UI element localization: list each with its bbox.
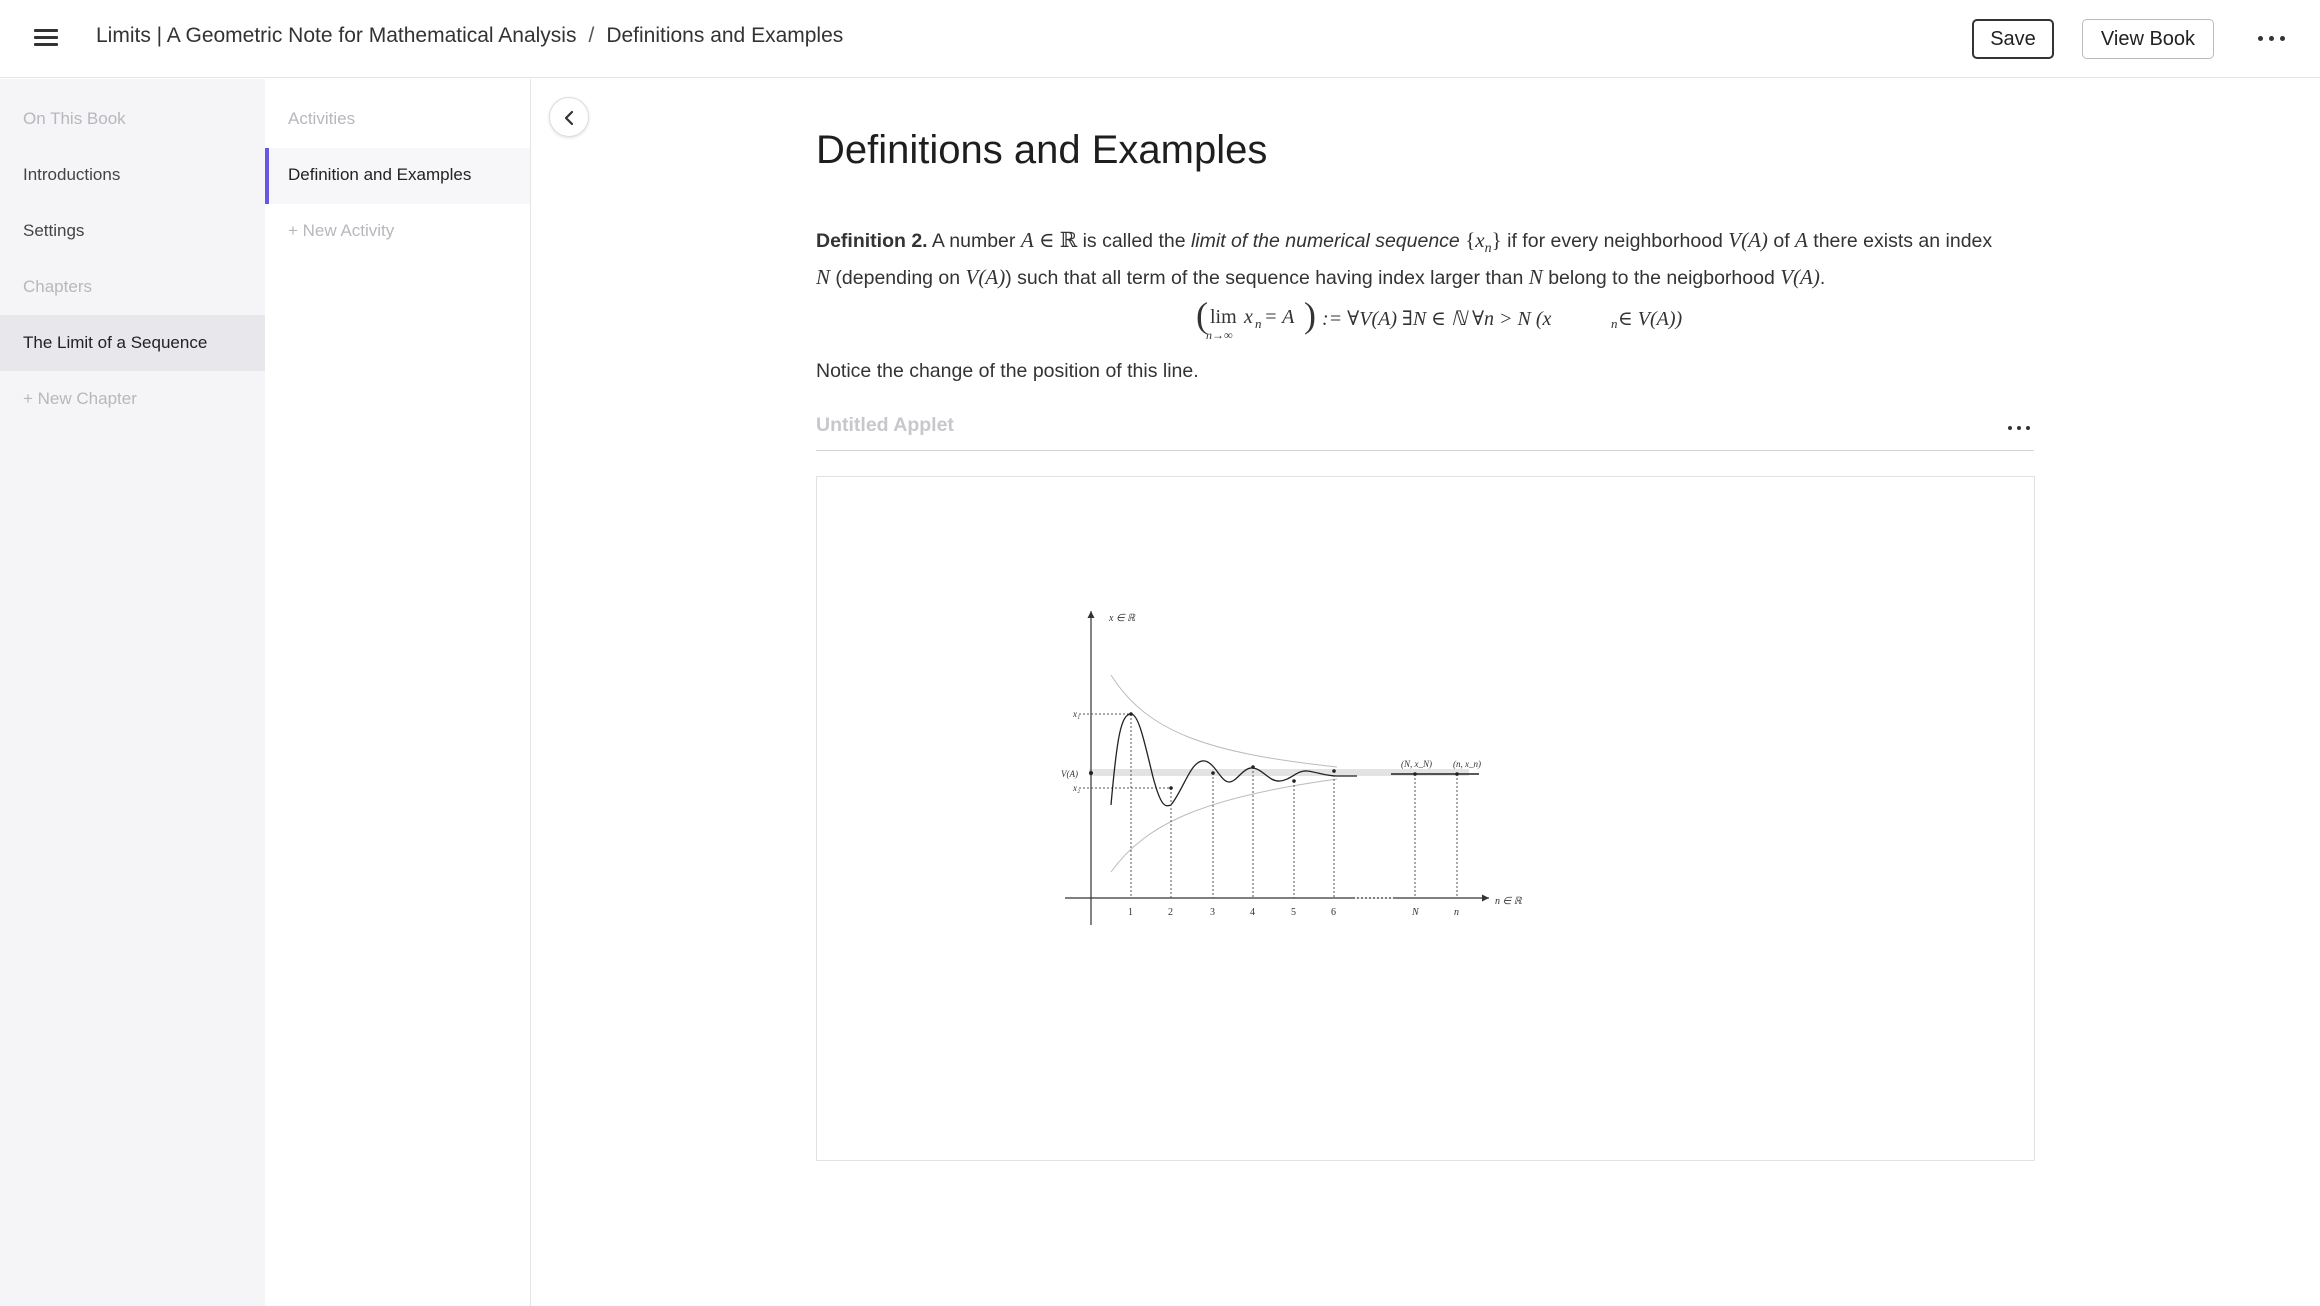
VA-point [1089, 771, 1093, 775]
chevron-left-icon [564, 110, 574, 126]
activity-item-definition-and-examples[interactable]: Definition and Examples [288, 165, 471, 185]
math: } [1491, 228, 1502, 252]
neighborhood-band [1089, 769, 1469, 776]
breadcrumb: Limits | A Geometric Note for Mathematic… [96, 24, 843, 48]
tick-label: 1 [1128, 907, 1133, 918]
math-VA: V(A) [1728, 228, 1768, 252]
breadcrumb-page[interactable]: Definitions and Examples [606, 24, 843, 47]
formula-x-sub: n [1255, 316, 1262, 331]
sequence-limit-figure: 1 2 3 4 5 6 Nn x ∈ ℝ n ∈ ℝ x₁ x₂ V(A) (N, x_N)… [1061, 611, 1523, 925]
math-x: x [1475, 228, 1485, 252]
tick-label: 2 [1168, 907, 1173, 918]
text: there exists an index [1807, 230, 1993, 252]
new-chapter-button[interactable]: + New Chapter [23, 389, 137, 409]
text: is called the [1077, 230, 1191, 252]
sidebar-heading-on-this-book: On This Book [23, 109, 126, 128]
sequence-point [1413, 772, 1417, 776]
tick-label: n [1454, 907, 1459, 918]
applet-title[interactable]: Untitled Applet [816, 414, 954, 437]
math-VA: V(A) [1780, 264, 1820, 289]
collapse-sidebar-button[interactable] [549, 97, 589, 137]
sequence-point [1292, 779, 1296, 783]
breadcrumb-book[interactable]: Limits | A Geometric Note for Mathematic… [96, 24, 576, 47]
breadcrumb-separator: / [588, 24, 595, 47]
text: belong to the neigborhood [1542, 266, 1781, 289]
page-title: Definitions and Examples [816, 128, 1268, 172]
x-axis-label: n ∈ ℝ [1495, 896, 1523, 907]
sidebar-heading-chapters: Chapters [23, 277, 92, 296]
activities-sidebar: Activities Definition and Examples + New… [265, 79, 531, 1306]
text: A number [927, 230, 1021, 252]
new-activity-button[interactable]: + New Activity [288, 221, 394, 241]
tick-label: N [1411, 907, 1420, 918]
label-x1: x₁ [1072, 709, 1080, 719]
formula-lim: lim [1210, 306, 1237, 328]
label-x2: x₂ [1072, 783, 1080, 793]
sidebar-item-settings[interactable]: Settings [23, 221, 84, 241]
menu-icon[interactable] [32, 26, 60, 50]
sequence-curve [1110, 713, 1357, 807]
notice-text: Notice the change of the position of thi… [816, 360, 1199, 382]
math-sub: n [1484, 240, 1492, 256]
math-A: A [1020, 228, 1034, 252]
formula-rhs-end: ∈ V(A)) [1618, 308, 1683, 330]
save-button[interactable]: Save [1972, 19, 2054, 59]
math-N: N [1528, 264, 1543, 289]
formula-eq: = A [1264, 306, 1295, 328]
sequence-point [1129, 712, 1133, 716]
sequence-point [1169, 786, 1173, 790]
applet-divider [816, 450, 2034, 451]
sequence-point [1211, 771, 1215, 775]
text: (depending on [830, 266, 966, 289]
math-A: A [1795, 228, 1808, 252]
math-N: N [816, 264, 831, 289]
text: if for every neighborhood [1501, 230, 1729, 252]
sequence-point [1251, 765, 1255, 769]
definition-label: Definition 2. [816, 230, 928, 252]
sidebar-item-limit-of-a-sequence[interactable]: The Limit of a Sequence [23, 333, 207, 353]
formula-rhs: := ∀V(A) ∃N ∈ ℕ ∀n > N (x [1322, 308, 1552, 330]
emphasis: limit of the numerical sequence [1190, 230, 1460, 252]
math-in-R: ∈ ℝ [1033, 228, 1078, 252]
sequence-point [1455, 772, 1459, 776]
math-VA: V(A) [965, 264, 1006, 289]
book-sidebar: On This Book Introductions Settings Chap… [0, 79, 265, 1306]
applet-more-icon[interactable] [2008, 426, 2034, 432]
more-options-icon[interactable] [2256, 36, 2288, 44]
text: . [1819, 266, 1826, 289]
math: { [1465, 228, 1476, 252]
tick-label: 4 [1250, 907, 1255, 918]
text: ) such that all term of the sequence hav… [1005, 266, 1529, 289]
definition-paragraph: Definition 2. A number A ∈ ℝ is called t… [816, 226, 2036, 293]
top-bar: Limits | A Geometric Note for Mathematic… [0, 0, 2320, 78]
formula-lim-sub: n→∞ [1206, 328, 1233, 342]
formula-rhs-sub: n [1611, 316, 1618, 331]
upper-envelope [1110, 674, 1338, 768]
applet-canvas[interactable]: 1 2 3 4 5 6 Nn x ∈ ℝ n ∈ ℝ x₁ x₂ V(A) (N, x_N)… [816, 476, 2035, 1161]
tick-label: 3 [1210, 907, 1215, 918]
sidebar-item-introductions[interactable]: Introductions [23, 165, 120, 185]
y-axis-label: x ∈ ℝ [1108, 613, 1136, 624]
tick-label: 6 [1331, 907, 1336, 918]
text: of [1767, 230, 1796, 252]
formula-x: x [1244, 306, 1253, 328]
view-book-button[interactable]: View Book [2082, 19, 2214, 59]
label-n-point: (n, x_n) [1453, 759, 1481, 769]
label-N-point: (N, x_N) [1401, 759, 1432, 769]
label-VA: V(A) [1061, 769, 1078, 779]
activities-heading: Activities [288, 109, 356, 128]
lower-envelope [1110, 778, 1338, 873]
sequence-point [1332, 769, 1336, 773]
limit-formula: ( lim n→∞ x n = A ) := ∀V(A) ∃N ∈ ℕ ∀n >… [1196, 295, 1683, 342]
tick-label: 5 [1291, 907, 1296, 918]
